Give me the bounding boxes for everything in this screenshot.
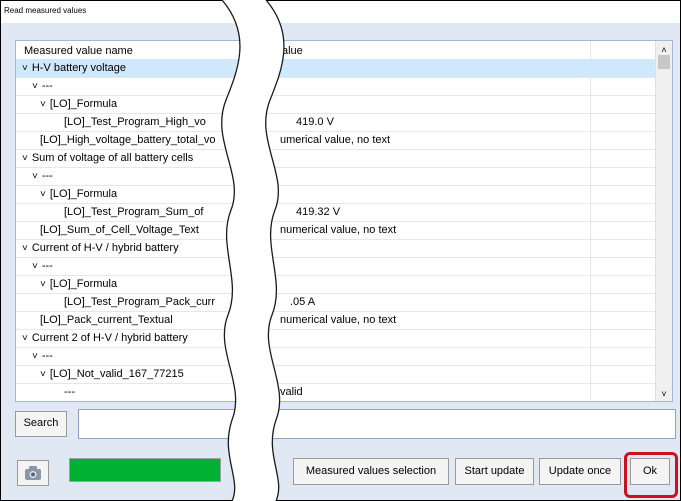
torn-paper-divider [221, 0, 285, 501]
